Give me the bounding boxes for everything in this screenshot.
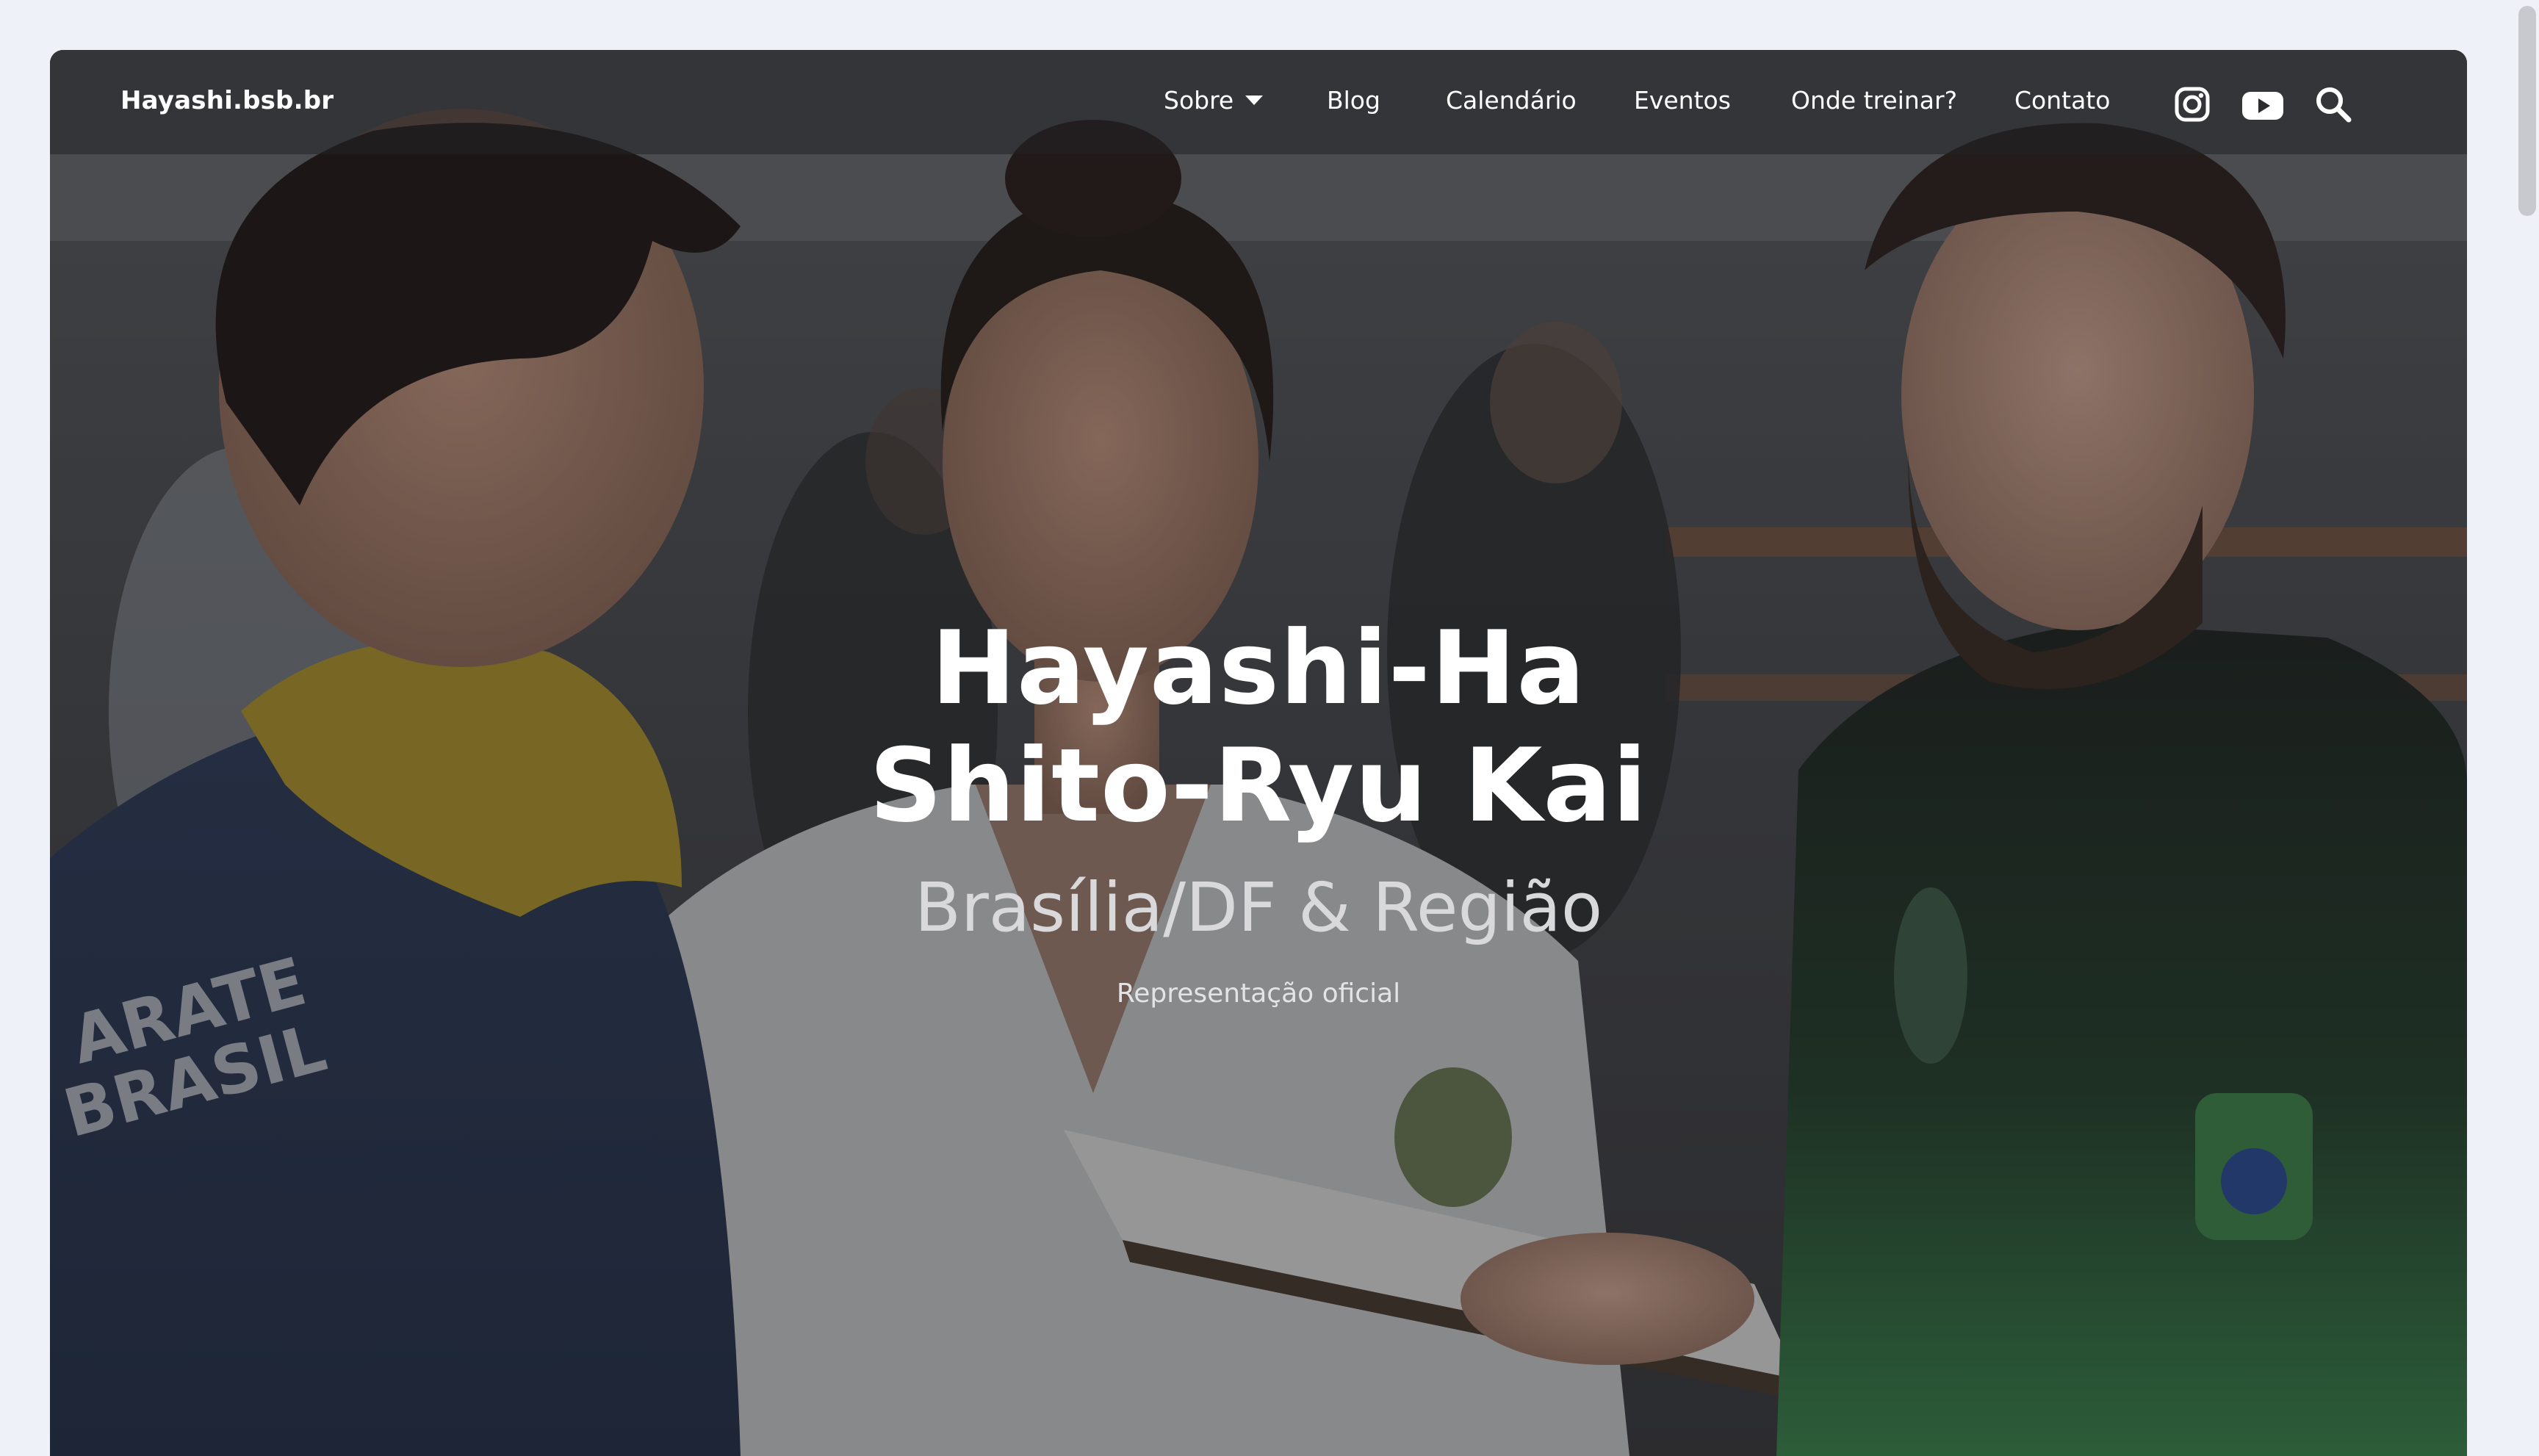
hero-banner: ARATE BRASIL Hayashi.bsb.br Sobre Blog C… — [50, 50, 2467, 1456]
hero-subtitle: Brasília/DF & Região — [914, 868, 1603, 947]
page: ARATE BRASIL Hayashi.bsb.br Sobre Blog C… — [0, 0, 2539, 1456]
hero-title-line2: Shito-Ryu Kai — [869, 727, 1648, 845]
hero-title-line1: Hayashi-Ha — [931, 609, 1586, 727]
main-nav: Sobre Blog Calendário Eventos Onde trein… — [50, 50, 2467, 151]
vertical-scrollbar[interactable] — [2513, 0, 2539, 1456]
nav-item-calendario[interactable]: Calendário — [1446, 50, 1577, 151]
nav-item-sobre[interactable]: Sobre — [1164, 50, 1264, 151]
nav-item-contato[interactable]: Contato — [2014, 50, 2110, 151]
nav-item-onde-treinar[interactable]: Onde treinar? — [1791, 50, 1957, 151]
nav-item-blog[interactable]: Blog — [1327, 50, 1380, 151]
scrollbar-thumb[interactable] — [2518, 6, 2536, 216]
search-icon[interactable] — [2313, 84, 2354, 125]
site-header: Hayashi.bsb.br Sobre Blog Calendário Eve… — [50, 50, 2467, 154]
youtube-icon[interactable] — [2239, 84, 2286, 125]
nav-item-eventos[interactable]: Eventos — [1634, 50, 1731, 151]
chevron-down-icon — [1245, 95, 1264, 105]
hero-tagline: Representação oficial — [1116, 979, 1401, 1009]
hero-title: Hayashi-Ha Shito-Ryu Kai — [50, 610, 2467, 845]
nav-item-sobre-label: Sobre — [1164, 86, 1234, 115]
instagram-icon[interactable] — [2172, 84, 2213, 125]
